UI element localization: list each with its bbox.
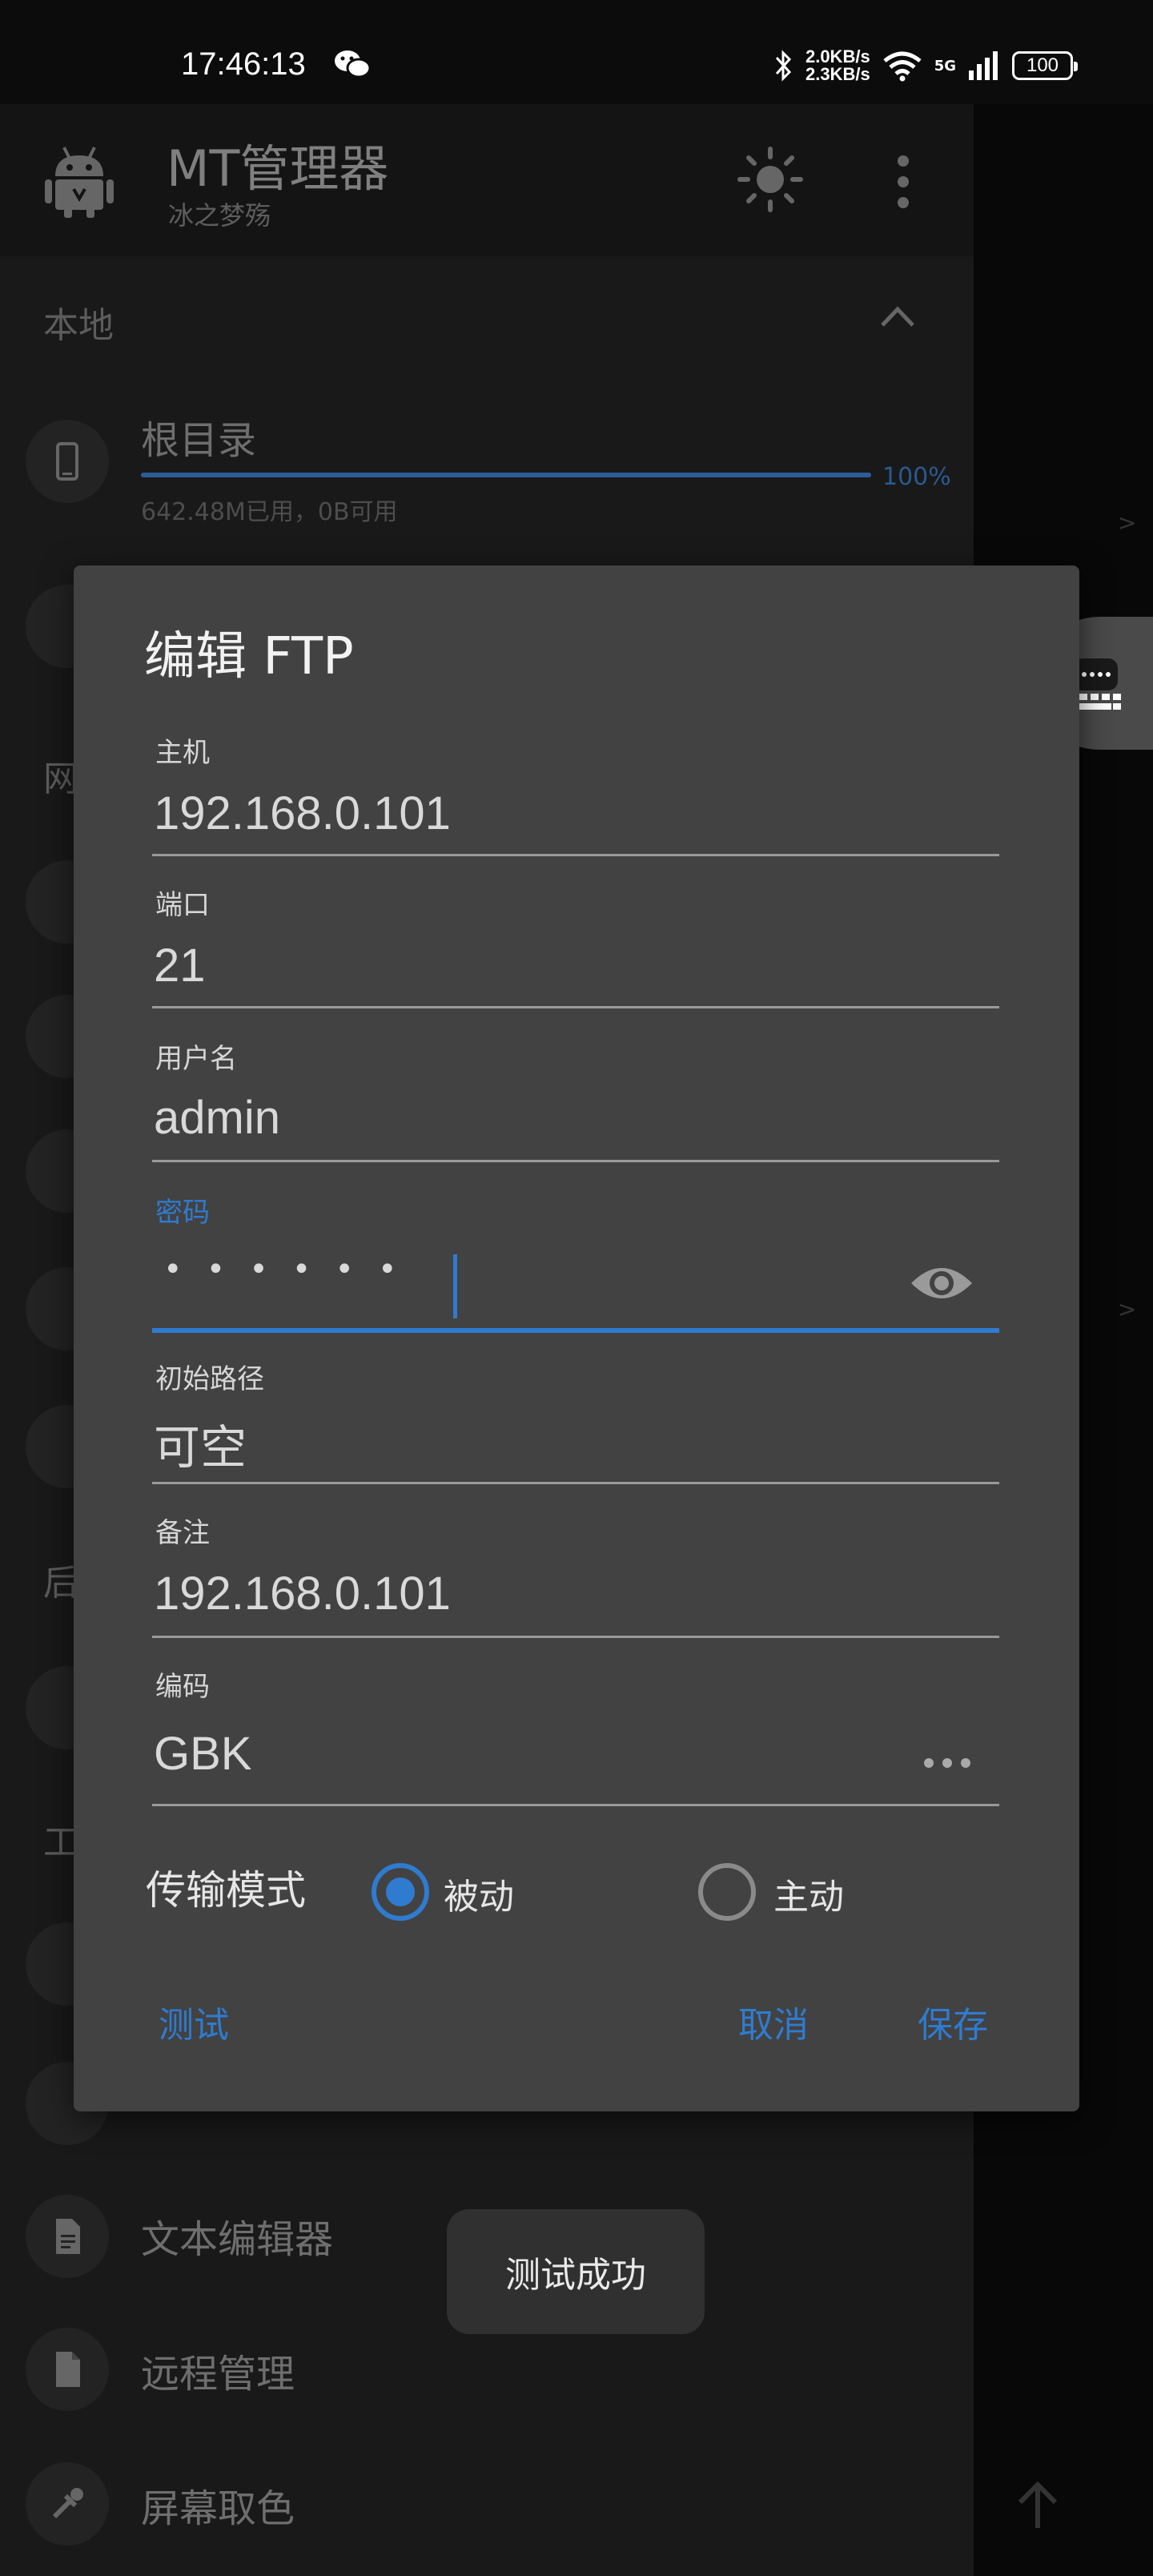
transfer-mode-label: 传输模式 bbox=[146, 1867, 306, 1914]
password-underline bbox=[152, 1328, 999, 1333]
drawer-item-remote[interactable]: 远程管理 bbox=[141, 2342, 295, 2398]
passive-radio-label[interactable]: 被动 bbox=[444, 1868, 514, 1919]
username-input[interactable]: admin bbox=[154, 1091, 280, 1145]
password-label: 密码 bbox=[155, 1197, 210, 1229]
section-local-title: 本地 bbox=[43, 305, 114, 346]
more-horiz-icon[interactable] bbox=[921, 1751, 974, 1775]
battery-icon: 100 bbox=[1012, 51, 1078, 80]
host-underline bbox=[152, 854, 999, 856]
app-title: MT管理器 bbox=[167, 139, 389, 198]
dialog-title: 编辑 FTP bbox=[144, 627, 354, 686]
more-vert-icon[interactable] bbox=[894, 154, 913, 210]
chevron-right-icon: > bbox=[1118, 509, 1137, 536]
bluetooth-icon bbox=[775, 50, 792, 82]
network-type: 5G bbox=[934, 57, 956, 74]
encoding-label: 编码 bbox=[155, 1671, 210, 1703]
initial-path-label: 初始路径 bbox=[155, 1363, 264, 1395]
host-input[interactable]: 192.168.0.101 bbox=[154, 787, 451, 840]
wechat-icon bbox=[335, 50, 372, 78]
phone-icon bbox=[26, 420, 109, 503]
storage-progress-bar bbox=[141, 473, 871, 477]
toast-message: 测试成功 bbox=[447, 2209, 705, 2334]
app-subtitle: 冰之梦殇 bbox=[168, 200, 271, 231]
username-label: 用户名 bbox=[155, 1043, 237, 1075]
status-icons: 2.0KB/s 2.3KB/s 5G 100 bbox=[773, 42, 1078, 90]
encoding-underline bbox=[152, 1804, 999, 1806]
cancel-button[interactable]: 取消 bbox=[738, 1996, 809, 2047]
remark-input[interactable]: 192.168.0.101 bbox=[154, 1567, 451, 1620]
text-cursor bbox=[453, 1254, 457, 1318]
drawer-item-color-picker[interactable]: 屏幕取色 bbox=[141, 2477, 295, 2533]
storage-progress-fill bbox=[141, 473, 871, 477]
port-underline bbox=[152, 1006, 999, 1008]
password-input[interactable]: •••••• bbox=[163, 1251, 421, 1288]
initial-path-underline bbox=[152, 1482, 999, 1484]
port-label: 端口 bbox=[155, 889, 210, 921]
chevron-right-icon: > bbox=[1118, 1296, 1137, 1322]
active-radio-label[interactable]: 主动 bbox=[773, 1868, 844, 1919]
root-directory-label[interactable]: 根目录 bbox=[141, 409, 256, 465]
storage-info: 642.48M已用，0B可用 bbox=[141, 498, 398, 526]
save-button[interactable]: 保存 bbox=[918, 1996, 988, 2047]
wifi-icon bbox=[883, 51, 922, 82]
drawer-item-text-editor[interactable]: 文本编辑器 bbox=[141, 2208, 333, 2264]
remark-underline bbox=[152, 1636, 999, 1638]
signal-icon bbox=[969, 51, 998, 80]
brightness-icon[interactable] bbox=[737, 146, 804, 213]
storage-percent: 100% bbox=[882, 463, 951, 491]
remark-label: 备注 bbox=[155, 1517, 210, 1549]
eyedropper-icon bbox=[26, 2462, 109, 2546]
username-underline bbox=[152, 1160, 999, 1162]
document-icon bbox=[26, 2195, 109, 2278]
status-time: 17:46:13 bbox=[181, 46, 306, 82]
file-icon bbox=[26, 2328, 109, 2411]
eye-icon[interactable] bbox=[910, 1259, 974, 1307]
network-speed: 2.0KB/s 2.3KB/s bbox=[805, 46, 870, 84]
initial-path-input[interactable]: 可空 bbox=[154, 1410, 247, 1477]
passive-radio[interactable] bbox=[372, 1863, 429, 1921]
android-logo-icon[interactable] bbox=[45, 144, 114, 218]
active-radio[interactable] bbox=[698, 1863, 756, 1921]
edit-ftp-dialog: 编辑 FTP 主机 192.168.0.101 端口 21 用户名 admin … bbox=[74, 566, 1079, 2111]
host-label: 主机 bbox=[155, 737, 210, 769]
chevron-up-icon[interactable] bbox=[879, 304, 916, 328]
test-button[interactable]: 测试 bbox=[159, 1996, 229, 2047]
port-input[interactable]: 21 bbox=[154, 939, 206, 992]
encoding-select[interactable]: GBK bbox=[154, 1727, 252, 1781]
arrow-up-icon[interactable] bbox=[1015, 2480, 1060, 2531]
